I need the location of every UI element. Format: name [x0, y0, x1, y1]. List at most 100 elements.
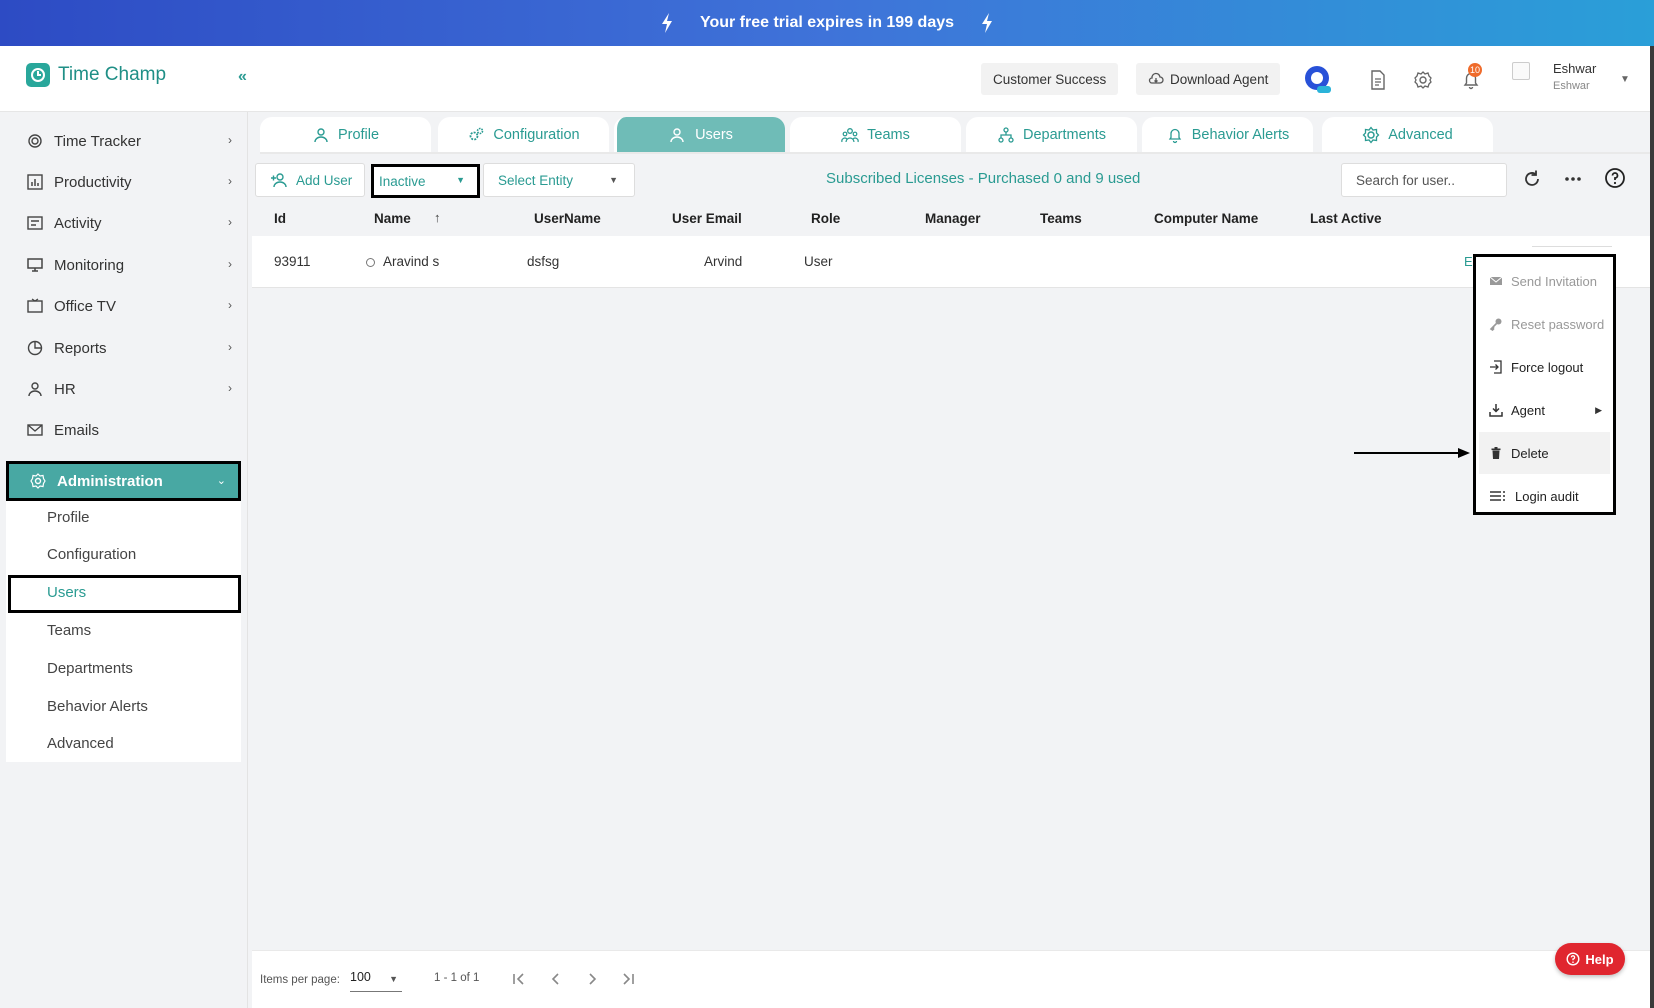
status-dot-icon: [366, 258, 375, 267]
licenses-summary: Subscribed Licenses - Purchased 0 and 9 …: [826, 170, 1141, 187]
search-user-input[interactable]: [1341, 163, 1507, 197]
items-per-page-select[interactable]: 100 ▼: [350, 970, 402, 992]
column-header-name[interactable]: Name: [374, 211, 411, 226]
download-agent-label: Download Agent: [1170, 71, 1269, 87]
tv-icon: [27, 298, 43, 313]
menu-item-label: Delete: [1511, 445, 1549, 461]
menu-item-label: Reset password: [1511, 316, 1605, 332]
collapse-sidebar-icon[interactable]: «: [238, 68, 247, 86]
menu-item-reset-password[interactable]: Reset password: [1479, 303, 1610, 345]
column-header-computer-name[interactable]: Computer Name: [1154, 211, 1258, 226]
tab-configuration[interactable]: Configuration: [438, 117, 609, 153]
column-header-username[interactable]: UserName: [534, 211, 601, 226]
status-filter-select[interactable]: Inactive ▼: [371, 164, 480, 198]
next-page-icon[interactable]: [583, 970, 601, 988]
sidebar-item-office-tv[interactable]: Office TV ›: [26, 291, 232, 321]
tab-label: Profile: [337, 127, 380, 143]
user-name[interactable]: Eshwar: [1553, 61, 1596, 76]
table-row[interactable]: [252, 236, 1654, 288]
row-edit-link[interactable]: E: [1464, 254, 1473, 269]
chevron-right-icon: ›: [228, 257, 232, 271]
tab-departments[interactable]: Departments: [966, 117, 1137, 153]
first-page-icon[interactable]: [510, 970, 528, 988]
help-button[interactable]: Help: [1555, 943, 1625, 975]
customer-success-button[interactable]: Customer Success: [981, 63, 1119, 95]
tab-label: Behavior Alerts: [1191, 127, 1290, 143]
sidebar-item-activity[interactable]: Activity ›: [26, 208, 232, 238]
column-header-teams[interactable]: Teams: [1040, 211, 1082, 226]
team-icon: [841, 128, 859, 143]
administration-submenu: [6, 501, 241, 762]
logo[interactable]: Time Champ: [26, 63, 166, 87]
sort-ascending-icon[interactable]: ↑: [434, 210, 441, 225]
column-header-user-email[interactable]: User Email: [672, 211, 742, 226]
hierarchy-icon: [998, 127, 1014, 143]
person-icon: [670, 128, 684, 143]
menu-item-login-audit[interactable]: Login audit: [1479, 475, 1610, 517]
menu-item-send-invitation[interactable]: Send Invitation: [1479, 260, 1610, 302]
caret-down-icon: ▼: [609, 175, 618, 185]
logout-icon: [1490, 360, 1502, 374]
settings-gear-icon[interactable]: [1412, 69, 1434, 91]
submenu-item-advanced[interactable]: Advanced: [47, 735, 114, 752]
column-header-last-active[interactable]: Last Active: [1310, 211, 1382, 226]
tab-profile[interactable]: Profile: [260, 117, 431, 153]
envelope-icon: [1489, 276, 1503, 285]
help-circle-icon[interactable]: [1604, 167, 1626, 189]
window-edge: [1650, 46, 1654, 1008]
sidebar-item-emails[interactable]: Emails: [26, 415, 232, 445]
sidebar-item-productivity[interactable]: Productivity ›: [26, 167, 232, 197]
document-icon[interactable]: [1367, 69, 1389, 91]
pie-chart-icon: [27, 340, 43, 356]
entity-select-placeholder: Select Entity: [498, 172, 574, 188]
tab-underline: [260, 152, 1654, 154]
sidebar-item-label: Reports: [54, 339, 107, 357]
menu-item-delete[interactable]: Delete: [1479, 432, 1610, 474]
help-circle-icon: [1566, 952, 1580, 966]
avatar[interactable]: [1512, 62, 1530, 80]
tab-advanced[interactable]: Advanced: [1322, 117, 1493, 153]
menu-item-force-logout[interactable]: Force logout: [1479, 346, 1610, 388]
download-agent-button[interactable]: Download Agent: [1136, 63, 1281, 95]
gear-icon: [1362, 126, 1380, 144]
column-header-role[interactable]: Role: [811, 211, 840, 226]
sidebar-item-monitoring[interactable]: Monitoring ›: [26, 250, 232, 280]
tab-users[interactable]: Users: [614, 117, 785, 153]
person-icon: [28, 382, 42, 397]
menu-item-agent[interactable]: Agent ▶: [1479, 389, 1610, 431]
entity-select[interactable]: Select Entity ▼: [483, 163, 635, 197]
customer-success-label: Customer Success: [993, 71, 1107, 87]
row-actions-menu: Send Invitation Reset password Force log…: [1473, 254, 1616, 515]
sidebar-item-time-tracker[interactable]: Time Tracker ›: [26, 126, 232, 156]
sidebar-item-reports[interactable]: Reports ›: [26, 333, 232, 363]
submenu-item-behavior-alerts[interactable]: Behavior Alerts: [47, 698, 148, 715]
user-menu-caret-icon[interactable]: ▼: [1620, 74, 1630, 85]
logo-text: Time Champ: [58, 64, 167, 85]
sidebar-item-label: Productivity: [54, 173, 132, 191]
add-user-button[interactable]: Add User: [255, 163, 365, 197]
last-page-icon[interactable]: [619, 970, 637, 988]
column-header-manager[interactable]: Manager: [925, 211, 981, 226]
trial-text: Your free trial expires in 199 days: [699, 14, 955, 31]
chevron-right-icon: ›: [228, 381, 232, 395]
bolt-icon: [982, 13, 993, 33]
cell-role: User: [804, 254, 833, 269]
status-filter-value: Inactive: [379, 173, 426, 189]
submenu-item-configuration[interactable]: Configuration: [47, 546, 136, 563]
refresh-icon[interactable]: [1521, 168, 1543, 190]
sidebar-item-hr[interactable]: HR ›: [26, 374, 232, 404]
column-header-id[interactable]: Id: [274, 211, 286, 226]
chat-beta-icon[interactable]: [1303, 64, 1333, 94]
tab-behavior-alerts[interactable]: Behavior Alerts: [1142, 117, 1313, 153]
previous-page-icon[interactable]: [547, 970, 565, 988]
sidebar-item-administration[interactable]: Administration ⌄: [6, 461, 241, 501]
submenu-item-profile[interactable]: Profile: [47, 509, 90, 526]
submenu-item-departments[interactable]: Departments: [47, 660, 133, 677]
tab-teams[interactable]: Teams: [790, 117, 961, 153]
row-action-outline: [1532, 246, 1612, 247]
submenu-item-teams[interactable]: Teams: [47, 622, 91, 639]
cloud-download-icon: [1148, 72, 1164, 84]
sidebar-item-label: Monitoring: [54, 256, 125, 274]
sidebar-item-label: Time Tracker: [54, 132, 141, 150]
more-options-icon[interactable]: [1562, 168, 1584, 190]
